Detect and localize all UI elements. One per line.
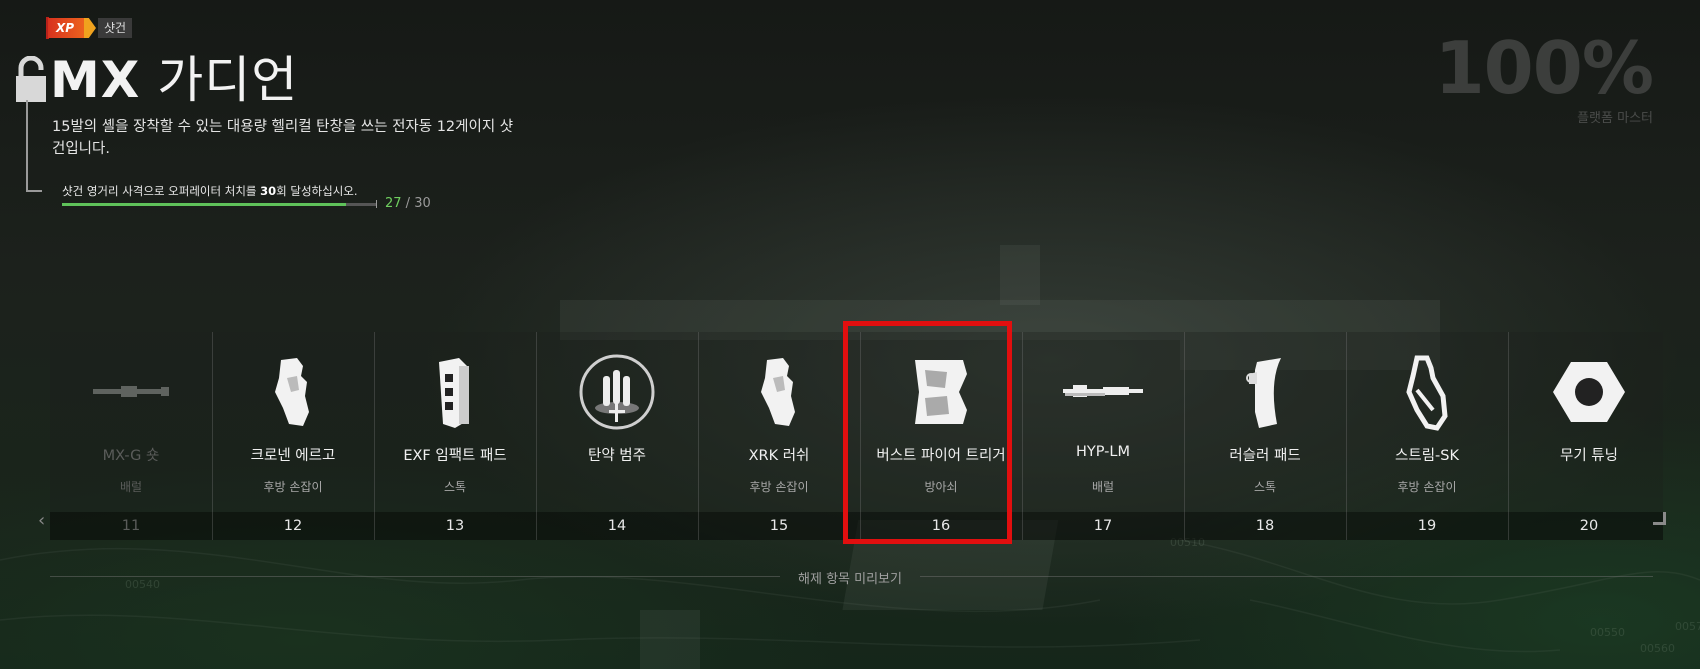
unlock-icon	[16, 56, 46, 102]
challenge-text: 샷건 영거리 사격으로 오퍼레이터 처치를 30회 달성하십시오.	[62, 183, 358, 199]
unlock-name: XRK 러쉬	[748, 448, 810, 464]
stock-pad-icon	[439, 358, 469, 428]
unlock-slot-14[interactable]: 탄약 범주 14	[536, 332, 698, 540]
svg-text:00560: 00560	[1640, 642, 1675, 655]
unlock-category: 후방 손잡이	[1397, 480, 1457, 494]
barrel-short-icon	[93, 386, 169, 397]
unlock-category: 후방 손잡이	[749, 480, 809, 494]
unlock-level: 17	[1093, 518, 1113, 534]
svg-text:0057: 0057	[1675, 620, 1700, 633]
preview-divider-left	[50, 576, 780, 577]
unlock-category: 후방 손잡이	[263, 480, 323, 494]
unlock-category: 배럴	[1091, 480, 1115, 494]
unlock-level: 11	[121, 518, 141, 534]
slot-divider	[1184, 332, 1185, 540]
progress-end-tick	[376, 200, 377, 208]
slot-divider	[1508, 332, 1509, 540]
unlock-level: 20	[1579, 518, 1599, 534]
double-xp-icon: XP	[48, 18, 90, 38]
slot-divider	[536, 332, 537, 540]
stock-pad-curved-icon	[1246, 358, 1281, 428]
corner-bracket-icon	[1653, 512, 1666, 525]
progress-separator: /	[401, 196, 415, 211]
unlock-level: 13	[445, 518, 465, 534]
unlock-level: 19	[1417, 518, 1437, 534]
unlock-category: 스톡	[1253, 480, 1277, 494]
unlock-slot-20[interactable]: 무기 튜닝 20	[1508, 332, 1670, 540]
challenge-count: 30	[260, 184, 277, 198]
barrel-long-icon	[1063, 385, 1143, 397]
unlock-level: 14	[607, 518, 627, 534]
progress-readout: 27 / 30	[385, 196, 431, 211]
unlock-name: 크로넨 에르고	[250, 448, 336, 464]
challenge-text-post: 회 달성하십시오.	[276, 184, 358, 198]
xp-badge-text: XP	[55, 21, 75, 35]
rear-grip-icon	[275, 358, 309, 426]
ammo-icon	[579, 354, 655, 430]
weapon-class-label: 샷건	[98, 18, 133, 38]
unlock-level: 12	[283, 518, 303, 534]
unlock-slot-15[interactable]: XRK 러쉬후방 손잡이 15	[698, 332, 860, 540]
mastery-percent: 100%	[1434, 26, 1654, 110]
weapon-description: 15발의 셸을 장착할 수 있는 대용량 헬리컬 탄창을 쓰는 전자동 12게이…	[52, 119, 514, 157]
unlock-name: 탄약 범주	[588, 448, 646, 464]
unlock-name: MX-G 숏	[102, 448, 160, 464]
unlock-name: 무기 튜닝	[1560, 448, 1618, 464]
xp-chevron-icon	[84, 18, 96, 38]
svg-text:00550: 00550	[1590, 626, 1625, 639]
slot-divider	[374, 332, 375, 540]
slot-divider	[1346, 332, 1347, 540]
challenge-progress-bar	[62, 203, 377, 206]
unlock-slot-13[interactable]: EXF 임팩트 패드스톡 13	[374, 332, 536, 540]
slot-divider	[698, 332, 699, 540]
selected-unlock-highlight	[843, 321, 1012, 544]
skeleton-grip-icon	[1406, 355, 1448, 431]
unlock-name: 스트림-SK	[1395, 448, 1459, 464]
unlock-level: 15	[769, 518, 789, 534]
unlock-slot-19[interactable]: 스트림-SK 후방 손잡이 19	[1346, 332, 1508, 540]
preview-divider-right	[920, 576, 1653, 577]
unlock-slot-11[interactable]: MX-G 숏배럴 11	[50, 332, 212, 540]
unlock-category: 배럴	[119, 480, 143, 494]
weapon-name-bold: MX	[50, 51, 141, 109]
hex-nut-icon	[1553, 362, 1625, 422]
unlock-slot-17[interactable]: HYP-LM 배럴 17	[1022, 332, 1184, 540]
challenge-text-pre: 샷건 영거리 사격으로 오퍼레이터 처치를	[62, 184, 261, 198]
svg-text:00540: 00540	[125, 578, 160, 591]
unlock-name: 러슬러 패드	[1229, 448, 1301, 464]
scroll-left-arrow-icon[interactable]: ‹	[38, 510, 45, 531]
mastery-label: 플랫폼 마스터	[1577, 111, 1653, 126]
unlock-level: 18	[1255, 518, 1275, 534]
progress-total: 30	[414, 196, 431, 211]
weapon-name-rest: 가디언	[140, 51, 299, 109]
page-title: MX 가디언	[50, 50, 298, 110]
slot-divider	[1022, 332, 1023, 540]
weapon-class-tag: XP 샷건	[48, 17, 133, 39]
unlock-name: EXF 임팩트 패드	[403, 448, 507, 464]
description-bracket	[26, 100, 42, 192]
rear-grip-icon	[761, 358, 795, 426]
unlock-name: HYP-LM	[1075, 444, 1130, 460]
slot-divider	[212, 332, 213, 540]
unlock-category: 스톡	[443, 480, 467, 494]
unlock-slot-18[interactable]: 러슬러 패드스톡 18	[1184, 332, 1346, 540]
progress-current: 27	[385, 196, 402, 211]
unlock-slot-12[interactable]: 크로넨 에르고후방 손잡이 12	[212, 332, 374, 540]
unlock-preview-button[interactable]: 해제 항목 미리보기	[760, 568, 940, 587]
progress-fill	[62, 203, 346, 206]
